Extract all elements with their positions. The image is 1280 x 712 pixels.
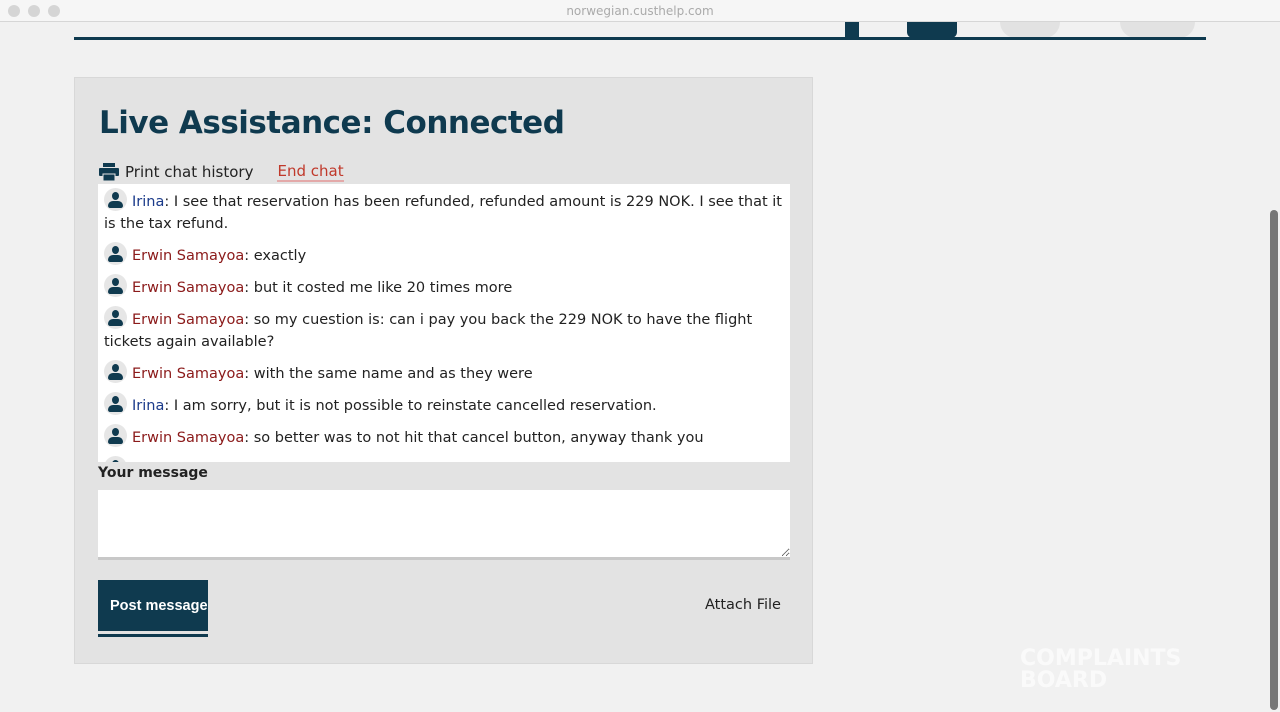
chat-panel: Live Assistance: Connected Print chat hi…: [74, 77, 813, 664]
browser-titlebar: norwegian.custhelp.com: [0, 0, 1280, 22]
header-divider: [74, 37, 1206, 40]
close-icon[interactable]: [8, 5, 20, 17]
minimize-icon[interactable]: [28, 5, 40, 17]
url: norwegian.custhelp.com: [566, 4, 714, 18]
chat-message: Irina: I am sorry, but it is not possibl…: [104, 392, 784, 417]
sender-name: Erwin Samayoa: [132, 312, 245, 328]
post-message-button[interactable]: Post message: [98, 580, 208, 634]
sender-name: Irina: [132, 398, 165, 414]
avatar-icon: [104, 242, 127, 265]
printer-icon: [99, 163, 119, 181]
sender-name: Erwin Samayoa: [132, 430, 245, 446]
avatar-icon: [104, 274, 127, 297]
maximize-icon[interactable]: [48, 5, 60, 17]
avatar-icon: [104, 306, 127, 329]
sender-name: Erwin Samayoa: [132, 248, 245, 264]
message-text: : I see that reservation has been refund…: [104, 194, 782, 232]
chat-message: Erwin Samayoa: so better was to not hit …: [104, 424, 784, 449]
sender-name: Erwin Samayoa: [132, 366, 245, 382]
logo-fragment: [845, 22, 859, 38]
avatar-icon: [104, 424, 127, 447]
window-controls[interactable]: [8, 5, 60, 17]
message-text: : with the same name and as they were: [244, 366, 533, 382]
typing-status: Irina (Responding): [104, 456, 784, 462]
chat-message: Irina: I see that reservation has been r…: [104, 188, 784, 235]
avatar-icon: [104, 360, 127, 383]
end-chat-link[interactable]: End chat: [277, 162, 344, 182]
attach-file-button[interactable]: Attach File: [705, 597, 781, 613]
avatar-icon: [104, 392, 127, 415]
logo-fragment: [1120, 22, 1195, 38]
avatar-icon: [104, 188, 127, 211]
message-text: : exactly: [244, 248, 307, 264]
chat-message: Erwin Samayoa: exactly: [104, 242, 784, 267]
sender-name: Erwin Samayoa: [132, 280, 245, 296]
message-text: : but it costed me like 20 times more: [244, 280, 513, 296]
chat-transcript[interactable]: Irina: I see that reservation has been r…: [98, 184, 790, 462]
print-chat-button[interactable]: Print chat history: [99, 163, 253, 181]
logo-fragment: [907, 22, 957, 38]
chat-message: Erwin Samayoa: but it costed me like 20 …: [104, 274, 784, 299]
chat-message: Erwin Samayoa: with the same name and as…: [104, 360, 784, 385]
watermark-logo: COMPLAINTS BOARD: [1020, 646, 1182, 693]
sender-name: Irina: [132, 194, 165, 210]
chat-message: Erwin Samayoa: so my cuestion is: can i …: [104, 306, 784, 353]
print-label: Print chat history: [125, 163, 254, 181]
avatar-icon: [104, 456, 127, 462]
page-title: Live Assistance: Connected: [99, 105, 565, 141]
scrollbar[interactable]: [1270, 210, 1278, 710]
message-text: : I am sorry, but it is not possible to …: [164, 398, 657, 414]
message-input[interactable]: [98, 490, 790, 560]
message-label: Your message: [98, 465, 208, 481]
message-text: : so better was to not hit that cancel b…: [244, 430, 704, 446]
logo-fragment: [1000, 22, 1060, 38]
